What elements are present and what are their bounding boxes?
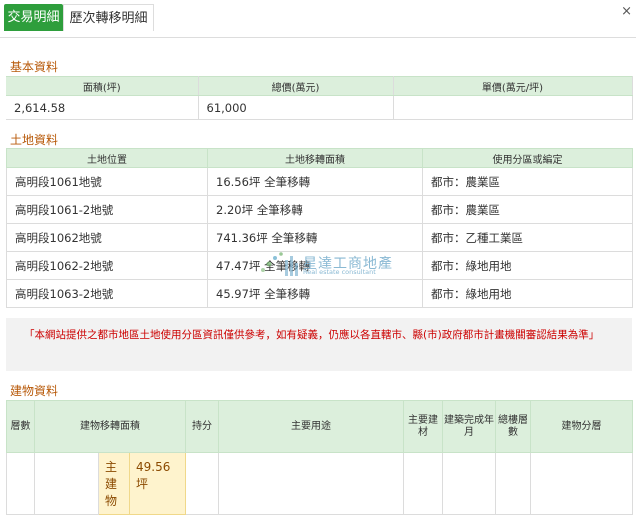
table-row: 高明段1061-2地號 2.20坪 全筆移轉 都市：農業區 (6, 195, 633, 224)
table-row: 主建物 49.56坪 (6, 452, 634, 515)
zoning-notice: 「本網站提供之都市地區土地使用分區資訊僅供參考，如有疑義，仍應以各直轄市、縣(市… (6, 318, 632, 371)
land-location: 高明段1061地號 (6, 167, 208, 196)
tab-bar: 交易明細 歷次轉移明細 × (0, 0, 636, 38)
watermark: 星達工商地產 Real estate consultant (255, 248, 415, 278)
header-main-use: 主要用途 (218, 400, 405, 453)
basic-table: 面積(坪) 總價(萬元) 單價(萬元/坪) 2,614.58 61,000 (6, 76, 633, 120)
value-unit-price (393, 95, 633, 120)
land-zoning: 都市：乙種工業區 (422, 223, 633, 252)
main-building-area: 49.56坪 (128, 452, 187, 515)
header-completion-date: 建築完成年月 (442, 400, 497, 453)
land-table: 土地位置 土地移轉面積 使用分區或編定 高明段1061地號 16.56坪 全筆移… (6, 148, 633, 308)
main-building-label: 主建物 (98, 452, 130, 515)
tab-transaction-detail[interactable]: 交易明細 (4, 4, 63, 31)
value-area: 2,614.58 (6, 95, 199, 120)
header-share: 持分 (185, 400, 220, 453)
land-zoning: 都市：農業區 (422, 167, 633, 196)
watermark-logo-icon (261, 252, 298, 276)
header-land-transfer-area: 土地移轉面積 (207, 148, 423, 168)
land-transfer-area: 16.56坪 全筆移轉 (207, 167, 423, 196)
header-total-price: 總價(萬元) (198, 76, 394, 96)
value-total-price: 61,000 (198, 95, 394, 120)
basic-section-title: 基本資料 (10, 60, 59, 74)
building-section-title: 建物資料 (10, 384, 59, 398)
header-building-area: 建物移轉面積 (33, 400, 187, 453)
land-zoning: 都市：綠地用地 (422, 279, 633, 308)
land-location: 高明段1062地號 (6, 223, 208, 252)
land-location: 高明段1062-2地號 (6, 251, 208, 280)
header-total-floors: 總樓層數 (495, 400, 532, 453)
header-main-material: 主要建材 (403, 400, 444, 453)
table-row: 高明段1063-2地號 45.97坪 全筆移轉 都市：綠地用地 (6, 279, 633, 308)
header-floor-division: 建物分層 (530, 400, 634, 453)
table-row: 高明段1061地號 16.56坪 全筆移轉 都市：農業區 (6, 167, 633, 196)
watermark-subtext: Real estate consultant (303, 268, 376, 276)
land-zoning: 都市：農業區 (422, 195, 633, 224)
header-floor: 層數 (6, 400, 35, 453)
header-land-location: 土地位置 (6, 148, 208, 168)
close-icon[interactable]: × (621, 4, 632, 19)
land-transfer-area: 45.97坪 全筆移轉 (207, 279, 423, 308)
land-zoning: 都市：綠地用地 (422, 251, 633, 280)
land-section-title: 土地資料 (10, 133, 59, 147)
land-transfer-area: 2.20坪 全筆移轉 (207, 195, 423, 224)
tab-transfer-history[interactable]: 歷次轉移明細 (63, 4, 154, 31)
building-table: 層數 建物移轉面積 持分 主要用途 主要建材 建築完成年月 總樓層數 建物分層 … (6, 400, 634, 515)
land-location: 高明段1063-2地號 (6, 279, 208, 308)
header-unit-price: 單價(萬元/坪) (393, 76, 633, 96)
header-zoning: 使用分區或編定 (422, 148, 633, 168)
land-location: 高明段1061-2地號 (6, 195, 208, 224)
header-area: 面積(坪) (6, 76, 199, 96)
